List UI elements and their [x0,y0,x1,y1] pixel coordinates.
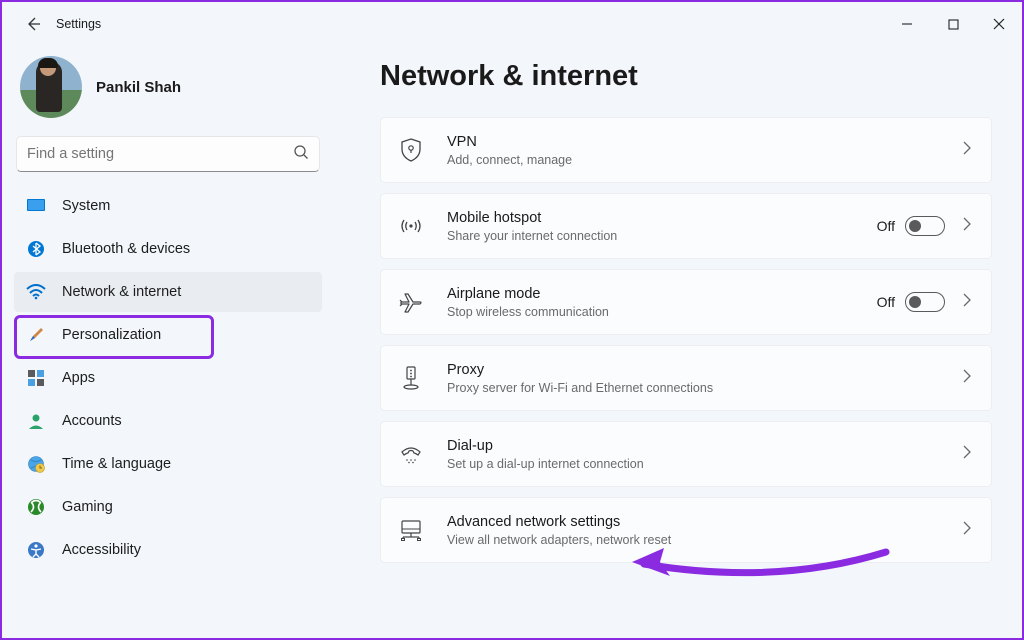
nav-label: Time & language [62,456,171,472]
phone-icon [395,444,427,464]
nav-item-system[interactable]: System [14,186,322,226]
toggle-state-label: Off [877,294,895,310]
card-subtitle: Set up a dial-up internet connection [447,457,961,471]
page-title: Network & internet [380,60,992,93]
card-title: Proxy [447,361,961,381]
card-proxy[interactable]: Proxy Proxy server for Wi-Fi and Etherne… [380,345,992,411]
card-dialup[interactable]: Dial-up Set up a dial-up internet connec… [380,421,992,487]
nav-label: Personalization [62,327,161,343]
card-title: Airplane mode [447,285,877,305]
chevron-right-icon [961,369,973,388]
airplane-toggle[interactable] [905,292,945,312]
close-button[interactable] [976,9,1022,39]
maximize-button[interactable] [930,9,976,39]
nav-item-time[interactable]: Time & language [14,444,322,484]
nav-item-network[interactable]: Network & internet [14,272,322,312]
main-content: Network & internet VPN Add, connect, man… [334,46,1022,638]
card-advanced[interactable]: Advanced network settings View all netwo… [380,497,992,563]
nav-label: Accessibility [62,542,141,558]
nav-label: Accounts [62,413,122,429]
arrow-left-icon [25,16,41,32]
chevron-right-icon [961,217,973,236]
network-adapter-icon [395,519,427,541]
card-title: Mobile hotspot [447,209,877,229]
card-subtitle: Add, connect, manage [447,153,961,167]
bluetooth-icon [26,239,46,259]
person-icon [26,411,46,431]
sidebar: Pankil Shah System Bluetooth & devices N… [2,46,334,638]
toggle-state-label: Off [877,218,895,234]
card-title: VPN [447,133,961,153]
card-subtitle: Proxy server for Wi-Fi and Ethernet conn… [447,381,961,395]
airplane-icon [395,291,427,313]
search-box[interactable] [16,136,320,172]
display-icon [26,196,46,216]
chevron-right-icon [961,521,973,540]
search-input[interactable] [27,146,293,162]
window-controls [884,9,1022,39]
nav-item-gaming[interactable]: Gaming [14,487,322,527]
xbox-icon [26,497,46,517]
profile-block[interactable]: Pankil Shah [10,50,326,136]
card-airplane[interactable]: Airplane mode Stop wireless communicatio… [380,269,992,335]
search-icon [293,144,309,165]
avatar [20,56,82,118]
card-hotspot[interactable]: Mobile hotspot Share your internet conne… [380,193,992,259]
card-title: Advanced network settings [447,513,961,533]
proxy-icon [395,366,427,390]
nav-item-accessibility[interactable]: Accessibility [14,530,322,570]
chevron-right-icon [961,293,973,312]
nav-label: Bluetooth & devices [62,241,190,257]
card-subtitle: Share your internet connection [447,229,877,243]
card-title: Dial-up [447,437,961,457]
chevron-right-icon [961,141,973,160]
window-title: Settings [56,17,101,31]
back-button[interactable] [16,7,50,41]
card-subtitle: Stop wireless communication [447,305,877,319]
apps-icon [26,368,46,388]
nav-label: Gaming [62,499,113,515]
nav-item-apps[interactable]: Apps [14,358,322,398]
hotspot-icon [395,216,427,236]
nav-list: System Bluetooth & devices Network & int… [10,186,326,570]
nav-label: System [62,198,110,214]
shield-icon [395,138,427,162]
nav-label: Apps [62,370,95,386]
chevron-right-icon [961,445,973,464]
accessibility-icon [26,540,46,560]
nav-item-personalization[interactable]: Personalization [14,315,322,355]
paintbrush-icon [26,325,46,345]
wifi-icon [26,282,46,302]
nav-item-bluetooth[interactable]: Bluetooth & devices [14,229,322,269]
hotspot-toggle[interactable] [905,216,945,236]
profile-name: Pankil Shah [96,79,181,96]
titlebar: Settings [2,2,1022,46]
card-vpn[interactable]: VPN Add, connect, manage [380,117,992,183]
nav-item-accounts[interactable]: Accounts [14,401,322,441]
globe-clock-icon [26,454,46,474]
card-subtitle: View all network adapters, network reset [447,533,961,547]
minimize-button[interactable] [884,9,930,39]
nav-label: Network & internet [62,284,181,300]
